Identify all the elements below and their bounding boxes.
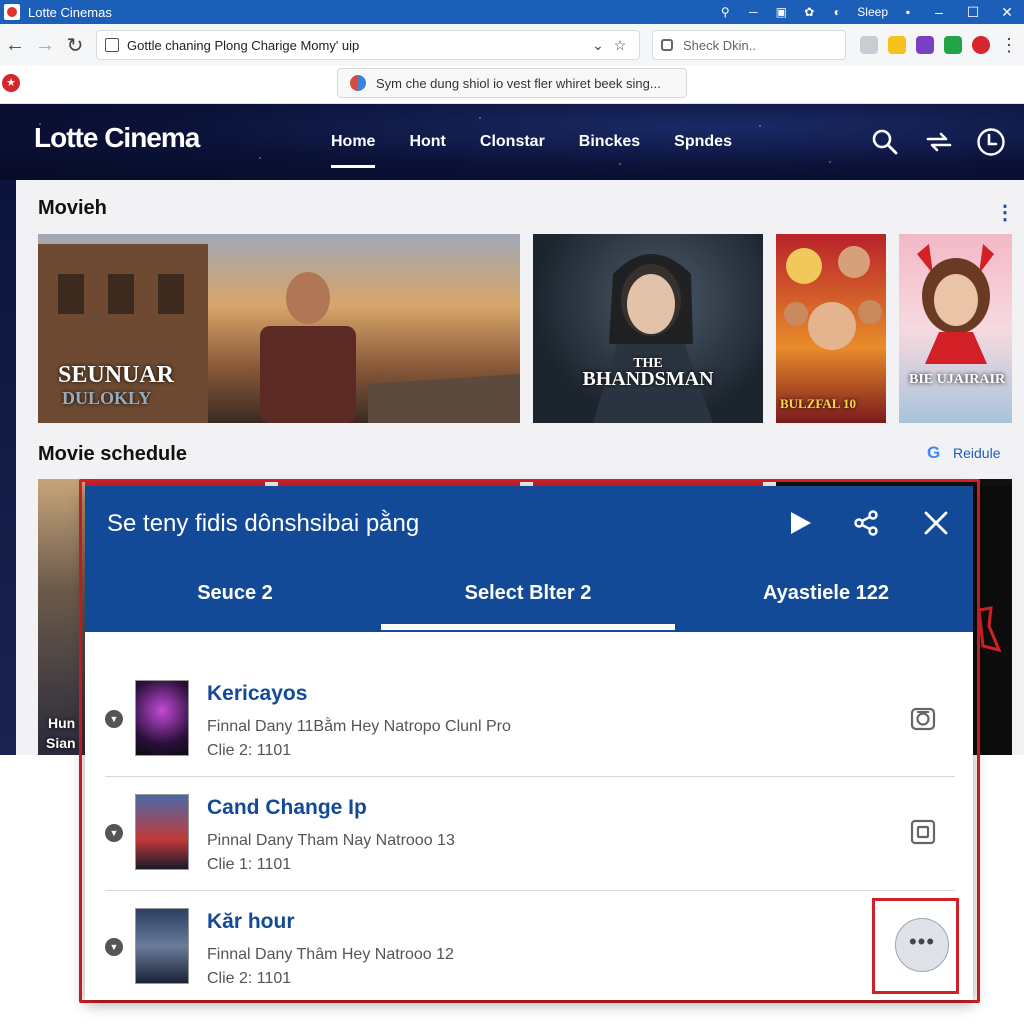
close-icon[interactable] <box>921 508 951 538</box>
movie-thumbnail <box>135 794 189 870</box>
extension-purple-icon[interactable] <box>916 36 934 54</box>
schedule-card-1[interactable]: Hun Sian <box>38 479 85 755</box>
poster-2-title: BHANDSMAN <box>582 368 714 390</box>
menu-dots-icon[interactable]: ⋮ <box>1000 36 1018 54</box>
list-item[interactable]: ▼ Cand Change Ip Pinnal Dany Tham Nay Na… <box>105 776 955 890</box>
notification-pill[interactable]: Sym che dung shiol io vest fler whiret b… <box>337 68 687 98</box>
nav-item-home[interactable]: Home <box>314 104 392 180</box>
movie-thumbnail <box>135 908 189 984</box>
active-tab-indicator <box>381 624 675 630</box>
nav-item-3[interactable]: Clonstar <box>463 104 562 180</box>
search-icon[interactable] <box>870 127 900 157</box>
movie-name[interactable]: Kăr hour <box>207 910 295 934</box>
schedule-link-label[interactable]: Reidule <box>953 445 1000 461</box>
sleep-label[interactable]: Sleep <box>857 5 888 19</box>
moon-icon[interactable]: ◐ <box>829 5 845 19</box>
nav-item-2[interactable]: Hont <box>392 104 462 180</box>
schedule-link[interactable]: G Reidule <box>927 444 1000 462</box>
movie-showtime: Clie 2: 1101 <box>207 742 292 759</box>
settings-icon[interactable]: ✿ <box>801 5 817 19</box>
info-bar: ★ Sym che dung shiol io vest fler whiret… <box>0 66 1024 104</box>
modal-tab-3[interactable]: Ayastiele 122 <box>679 582 973 605</box>
chevron-down-icon[interactable]: ▼ <box>105 824 123 842</box>
poster-1-subtitle: DULOKLY <box>62 388 152 408</box>
extension-red-icon[interactable] <box>972 36 990 54</box>
minimize-button[interactable]: – <box>928 4 950 20</box>
search-box-icon <box>661 39 673 51</box>
poster-4-title: BIE UJAIRAIR <box>909 372 1006 387</box>
modal-tab-2[interactable]: Select Blter 2 <box>381 582 675 605</box>
schedule-card-caption-1: Hun <box>48 715 76 731</box>
modal-title: Se teny fidis dônshsibai pằng <box>107 510 420 537</box>
nav-item-5[interactable]: Spndes <box>657 104 749 180</box>
poster-3-title: BULZFAL 10 <box>780 396 856 411</box>
more-options-button[interactable]: ••• <box>895 918 949 972</box>
main-nav: Home Hont Clonstar Binckes Spndes <box>314 104 749 180</box>
app-icon <box>4 4 20 20</box>
forward-arrow-icon[interactable]: → <box>30 34 60 57</box>
bookmark-star-icon[interactable]: ☆ <box>609 37 631 54</box>
chevron-down-icon[interactable]: ⌄ <box>587 37 609 54</box>
browser-toolbar: ← → ↻ Gottle chaning Plong Charige Momy'… <box>0 24 1024 66</box>
nav-item-4[interactable]: Binckes <box>562 104 657 180</box>
google-g-icon: G <box>927 443 941 462</box>
address-bar[interactable]: Gottle chaning Plong Charige Momy' uip ⌄… <box>96 30 640 60</box>
maximize-button[interactable]: ☐ <box>962 4 984 21</box>
camera-icon[interactable] <box>909 704 937 732</box>
login-arrow-icon[interactable] <box>924 127 954 157</box>
movie-detail: Finnal Dany Thâm Hey Natrooo 12 <box>207 946 454 963</box>
play-icon[interactable] <box>785 508 815 538</box>
poster-1-title: SEUNUAR <box>58 362 175 388</box>
page-icon <box>105 38 119 52</box>
movie-poster-3[interactable]: BULZFAL 10 <box>776 234 886 423</box>
page-side-gutter <box>0 180 16 755</box>
movies-section-title: Movieh <box>38 197 107 219</box>
movie-detail: Finnal Dany 11Bằm Hey Natropo Clunl Pro <box>207 718 511 735</box>
modal-header: Se teny fidis dônshsibai pằng Seuce 2 Se… <box>85 486 973 632</box>
site-header: Lotte Cinema Home Hont Clonstar Binckes … <box>0 104 1024 180</box>
close-window-button[interactable]: ✕ <box>996 4 1018 21</box>
notification-text: Sym che dung shiol io vest fler whiret b… <box>376 75 661 91</box>
window-title: Lotte Cinemas <box>28 4 112 20</box>
movie-poster-4[interactable]: BIE UJAIRAIR <box>899 234 1012 423</box>
movie-name[interactable]: Kericayos <box>207 682 307 706</box>
extension-puzzle-icon[interactable] <box>860 36 878 54</box>
screen-icon[interactable]: ▪ <box>900 5 916 19</box>
movie-poster-2[interactable]: THE BHANDSMAN <box>533 234 763 423</box>
movie-showtime: Clie 2: 1101 <box>207 970 292 987</box>
reload-icon[interactable]: ↻ <box>60 33 90 58</box>
movie-detail: Pinnal Dany Tham Nay Natrooo 13 <box>207 832 455 849</box>
minimize-small-icon[interactable]: ─ <box>745 5 761 19</box>
movie-showtime: Clie 1: 1101 <box>207 856 292 873</box>
schedule-section-title: Movie schedule <box>38 443 187 465</box>
address-text[interactable]: Gottle chaning Plong Charige Momy' uip <box>127 38 587 53</box>
search-box[interactable]: Sheck Dkin.. <box>652 30 846 60</box>
schedule-card-caption-2: Sian <box>46 735 76 751</box>
account-icon[interactable] <box>976 127 1006 157</box>
share-icon[interactable] <box>851 508 881 538</box>
list-item[interactable]: ▼ Kăr hour Finnal Dany Thâm Hey Natrooo … <box>105 890 955 1004</box>
chevron-down-icon[interactable]: ▼ <box>105 710 123 728</box>
chevron-down-icon[interactable]: ▼ <box>105 938 123 956</box>
back-arrow-icon[interactable]: ← <box>0 34 30 57</box>
globe-icon <box>350 75 366 91</box>
movie-name[interactable]: Cand Change Ip <box>207 796 367 820</box>
notification-badge-icon[interactable]: ★ <box>2 74 20 92</box>
site-logo[interactable]: Lotte Cinema <box>34 122 200 154</box>
movie-thumbnail <box>135 680 189 756</box>
square-icon[interactable] <box>909 818 937 846</box>
window-title-bar: Lotte Cinemas ⚲ ─ ▣ ✿ ◐ Sleep ▪ – ☐ ✕ <box>0 0 1024 24</box>
window-icon[interactable]: ▣ <box>773 5 789 19</box>
extension-green-icon[interactable] <box>944 36 962 54</box>
modal-tab-1[interactable]: Seuce 2 <box>85 582 385 605</box>
pin-icon[interactable]: ⚲ <box>717 5 733 19</box>
schedule-modal: Se teny fidis dônshsibai pằng Seuce 2 Se… <box>85 486 973 1000</box>
search-placeholder[interactable]: Sheck Dkin.. <box>683 38 756 53</box>
list-item[interactable]: ▼ Kericayos Finnal Dany 11Bằm Hey Natrop… <box>105 662 955 776</box>
movie-poster-1[interactable]: SEUNUAR DULOKLY <box>38 234 520 423</box>
extension-note-icon[interactable] <box>888 36 906 54</box>
movies-more-icon[interactable]: ⋮ <box>995 200 1015 225</box>
